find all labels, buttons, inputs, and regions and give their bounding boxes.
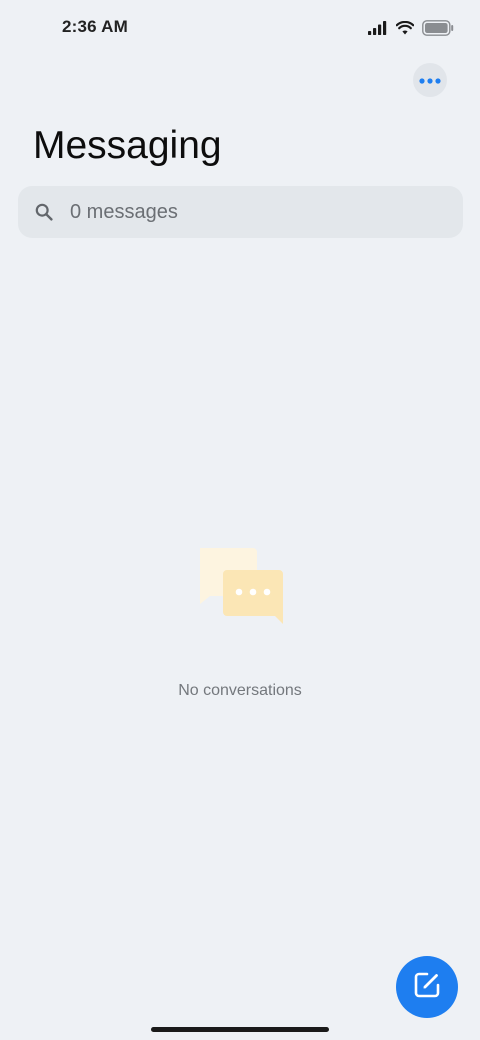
compose-button[interactable]: [396, 956, 458, 1018]
status-icons: [368, 17, 454, 39]
status-bar: 2:36 AM: [0, 0, 480, 56]
compose-icon: [412, 970, 442, 1005]
home-indicator[interactable]: [151, 1027, 329, 1032]
status-time: 2:36 AM: [62, 17, 128, 36]
page-title: Messaging: [33, 124, 222, 167]
chat-bubbles-icon: [196, 546, 286, 626]
more-horizontal-icon: [419, 71, 441, 89]
empty-state-text: No conversations: [178, 682, 302, 699]
search-input[interactable]: [68, 199, 432, 225]
more-options-button[interactable]: [413, 63, 447, 97]
battery-icon: [422, 20, 454, 36]
signal-icon: [368, 21, 388, 35]
wifi-icon: [396, 21, 414, 35]
search-bar[interactable]: [18, 186, 463, 238]
search-icon: [34, 202, 54, 222]
